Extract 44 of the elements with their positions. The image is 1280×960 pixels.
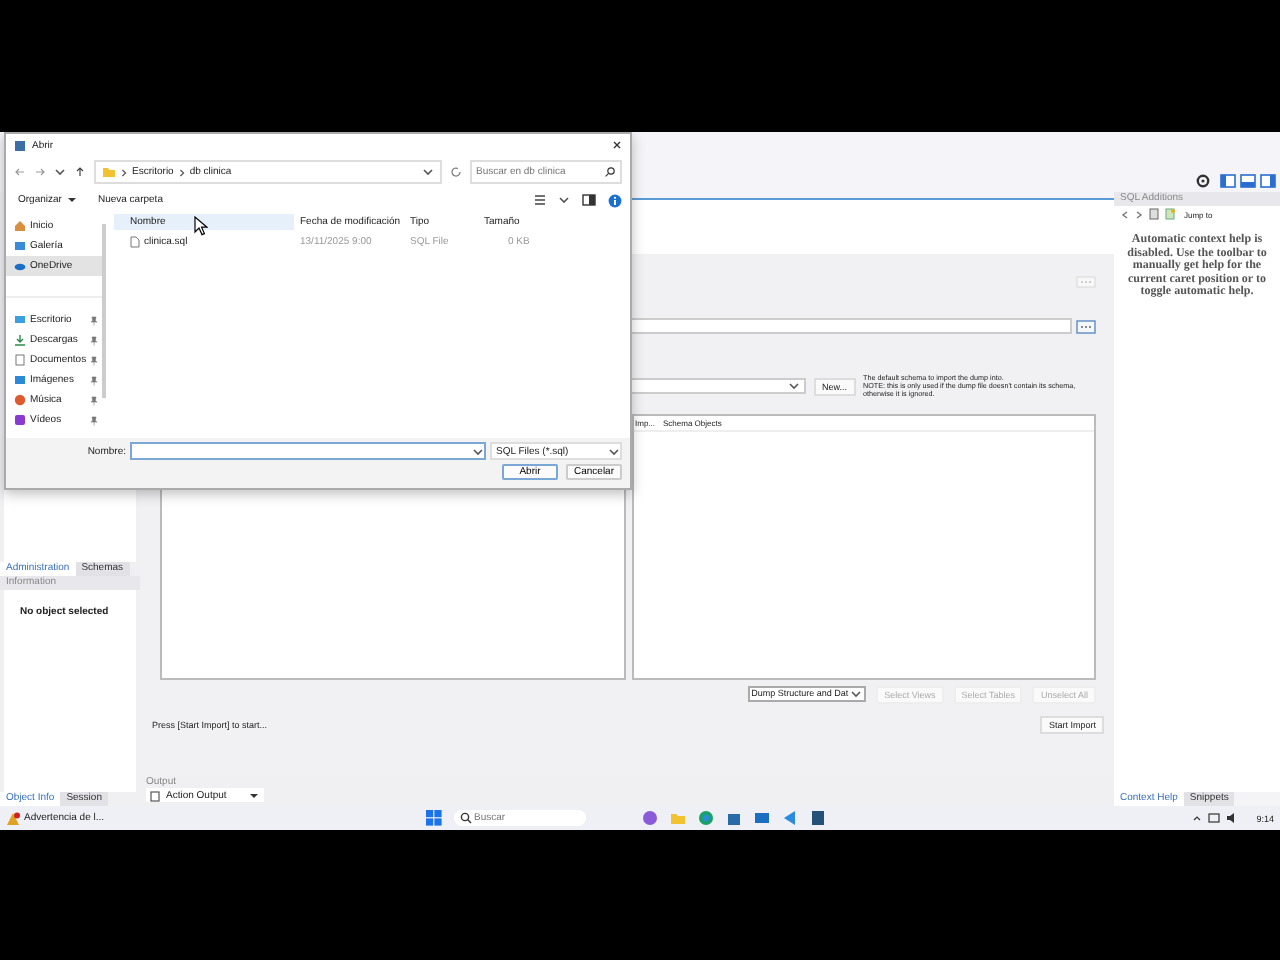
refresh-icon[interactable] bbox=[450, 166, 462, 178]
speaker-icon[interactable] bbox=[1226, 812, 1239, 824]
forward-icon[interactable] bbox=[1134, 209, 1144, 219]
back-icon[interactable] bbox=[1120, 209, 1130, 219]
caret-icon bbox=[248, 791, 260, 799]
chevron-up-icon[interactable] bbox=[1192, 814, 1203, 822]
house-icon bbox=[14, 220, 26, 232]
music-icon bbox=[14, 394, 26, 406]
caret-icon bbox=[608, 447, 620, 455]
panel-layout-icon[interactable] bbox=[1260, 174, 1276, 188]
caret-icon[interactable] bbox=[54, 168, 66, 176]
forward-icon[interactable] bbox=[34, 166, 46, 178]
mouse-cursor-icon bbox=[194, 216, 208, 236]
video-icon bbox=[14, 414, 26, 426]
search-icon bbox=[604, 166, 616, 178]
search-icon bbox=[460, 812, 472, 824]
chevron-right-icon bbox=[120, 167, 128, 177]
chevron-right-icon bbox=[177, 167, 186, 177]
document-icon[interactable] bbox=[1148, 208, 1160, 220]
globe-icon[interactable] bbox=[698, 810, 714, 826]
help-icon[interactable] bbox=[608, 193, 622, 207]
app-icon bbox=[14, 139, 26, 151]
close-icon[interactable] bbox=[612, 140, 622, 150]
up-icon[interactable] bbox=[74, 166, 86, 178]
view-list-icon[interactable] bbox=[534, 194, 546, 206]
scrollbar[interactable] bbox=[102, 224, 106, 398]
caret-icon[interactable] bbox=[558, 196, 570, 204]
caret-icon bbox=[850, 690, 863, 698]
panel-layout-icon[interactable] bbox=[1220, 174, 1236, 188]
windows-logo-icon[interactable] bbox=[426, 810, 442, 826]
folder-icon bbox=[102, 166, 116, 178]
filename-field[interactable] bbox=[130, 442, 486, 460]
caret-icon bbox=[65, 196, 78, 204]
caret-icon[interactable] bbox=[422, 168, 434, 176]
preview-pane-icon[interactable] bbox=[582, 194, 596, 206]
warning-app-icon bbox=[6, 811, 20, 825]
panel-layout-icon[interactable] bbox=[1240, 174, 1256, 188]
document-icon bbox=[14, 354, 26, 366]
caret-icon bbox=[472, 447, 484, 455]
circle-app-icon[interactable] bbox=[642, 810, 658, 826]
caret-icon bbox=[788, 382, 800, 390]
ellipsis-button-icon[interactable] bbox=[1076, 319, 1096, 333]
download-icon bbox=[14, 334, 26, 346]
back-icon[interactable] bbox=[14, 166, 26, 178]
